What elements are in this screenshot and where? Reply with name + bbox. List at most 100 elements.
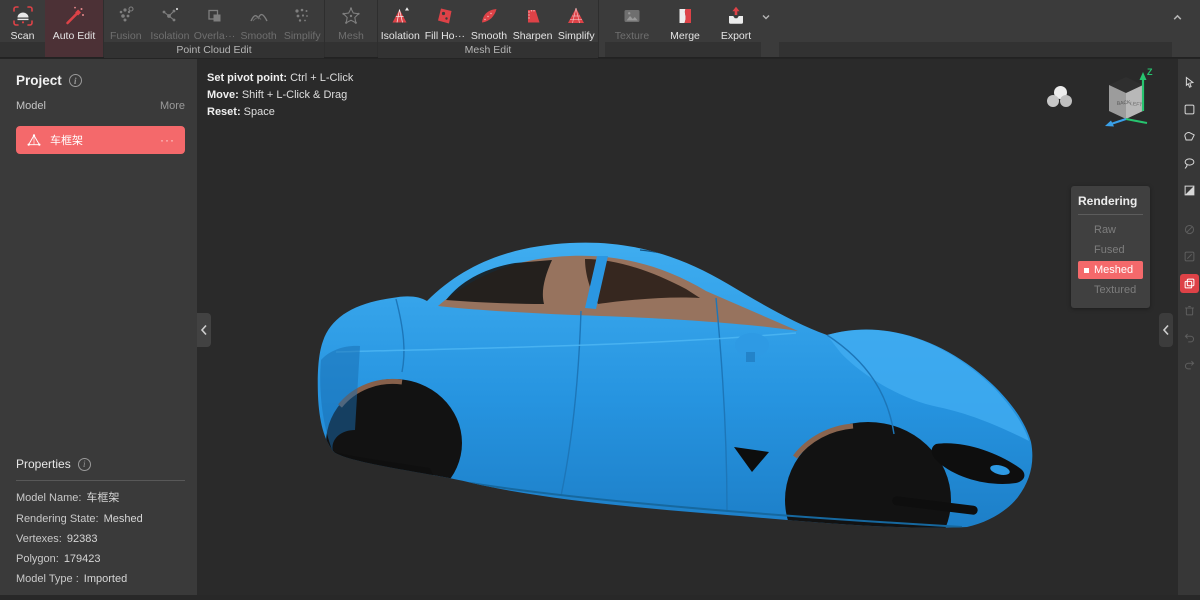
simplify-dots-icon [290,4,314,28]
invert-selection-icon [1182,183,1197,198]
lasso-select-button[interactable] [1180,154,1199,173]
duplicate-icon [1182,276,1197,291]
rectangle-select-button[interactable] [1180,100,1199,119]
smooth-mountain-icon [247,4,271,28]
rendering-option-meshed[interactable]: Meshed [1078,261,1143,279]
view-cube-gizmo[interactable]: BACK LEFT Z [1097,67,1155,129]
merge-split-icon [673,4,697,28]
viewport-3d[interactable]: Set pivot point: Ctrl + L-Click Move: Sh… [197,59,1177,595]
invert-selection-button[interactable] [1180,181,1199,200]
pen-edit-icon [1182,249,1197,264]
mesh-simplify-button[interactable]: Simplify [554,0,598,42]
texture-button[interactable]: Texture [605,0,659,57]
hint-value: Ctrl + L-Click [287,72,353,84]
mesh-label: Mesh [338,30,364,42]
polygon-select-button[interactable] [1180,127,1199,146]
rendering-panel-title: Rendering [1078,194,1143,215]
cube-face-left-label: LEFT [1130,101,1143,108]
auto-edit-button[interactable]: Auto Edit [45,0,103,57]
fill-holes-button[interactable]: Fill Ho··· [423,0,468,42]
duplicate-button[interactable] [1180,274,1199,293]
model-item-name: 车框架 [50,132,160,148]
sharpen-square-icon [521,4,545,28]
export-label: Export [721,30,751,42]
pc-simplify-button[interactable]: Simplify [280,0,324,42]
hint-value: Shift + L-Click & Drag [239,89,348,101]
mesh-button[interactable]: Mesh [325,0,377,57]
property-row: Vertexes:92383 [16,533,185,545]
pen-edit-button[interactable] [1180,247,1199,266]
rendering-option-textured[interactable]: Textured [1078,281,1143,299]
mesh-edit-group-label: Mesh Edit [378,42,598,58]
prop-label: Model Type : [16,573,79,585]
mesh-star-icon [339,4,363,28]
rendering-option-raw[interactable]: Raw [1078,221,1143,239]
property-row: Polygon:179423 [16,553,185,565]
rendering-option-fused[interactable]: Fused [1078,241,1143,259]
bottom-border-strip [0,595,1200,600]
option-label: Meshed [1094,264,1133,276]
model-item-menu[interactable]: ··· [160,133,175,147]
chevron-left-icon [200,324,208,336]
scan-dome-icon [11,4,35,28]
mesh-smooth-button[interactable]: Smooth [467,0,511,42]
texture-label: Texture [615,30,649,42]
mesh-isolation-label: Isolation [381,30,420,42]
export-options-chevron[interactable] [761,0,779,57]
project-info-icon[interactable]: i [69,74,82,87]
mesh-smooth-label: Smooth [471,30,507,42]
option-label: Raw [1094,224,1116,236]
ribbon-empty-space [779,0,1172,57]
scan-button[interactable]: Scan [0,0,45,57]
pc-isolation-label: Isolation [150,30,189,42]
property-row: Model Name:车框架 [16,489,185,505]
export-button[interactable]: Export [711,0,761,57]
hint-key: Set pivot point: [207,72,287,84]
fill-holes-label: Fill Ho··· [425,30,465,42]
mesh-triangle-icon [26,132,42,148]
isolation-scatter-icon [158,4,182,28]
prop-label: Polygon: [16,553,59,565]
project-title-row: Project i [16,73,185,88]
properties-info-icon[interactable]: i [78,458,91,471]
deselect-button[interactable] [1180,220,1199,239]
mesh-isolation-button[interactable]: Isolation [378,0,423,42]
point-cloud-edit-group: Fusion Isolation [103,0,325,57]
chevron-up-icon [1172,12,1183,23]
redo-button[interactable] [1180,355,1199,374]
pc-simplify-label: Simplify [284,30,321,42]
option-label: Textured [1094,284,1136,296]
cursor-select-button[interactable] [1180,73,1199,92]
cube-axis-z-label: Z [1147,67,1153,77]
sharpen-button[interactable]: Sharpen [511,0,555,42]
ribbon-toolbar: Scan Auto Edit [0,0,1200,58]
hint-key: Reset: [207,106,241,118]
delete-button[interactable] [1180,301,1199,320]
isolation-triangle-icon [388,4,412,28]
delete-icon [1182,303,1197,318]
properties-title: Properties [16,457,71,471]
collapse-left-panel-button[interactable] [197,313,211,347]
expand-right-panel-button[interactable] [1159,313,1173,347]
car-3d-model [197,59,1177,595]
viewport-hints: Set pivot point: Ctrl + L-Click Move: Sh… [207,70,353,121]
properties-panel: Properties i Model Name:车框架 Rendering St… [16,457,185,585]
point-cloud-sphere-icon[interactable] [1047,86,1073,110]
fusion-button[interactable]: Fusion [104,0,148,42]
merge-label: Merge [670,30,700,42]
prop-value: 92383 [67,533,98,545]
undo-button[interactable] [1180,328,1199,347]
pc-smooth-button[interactable]: Smooth [237,0,281,42]
merge-button[interactable]: Merge [659,0,711,57]
chevron-down-icon [761,12,771,22]
smooth-wedge-icon [477,4,501,28]
overlap-button[interactable]: Overla··· [192,0,237,42]
cursor-select-icon [1182,75,1197,90]
pc-isolation-button[interactable]: Isolation [148,0,193,42]
texture-image-icon [620,4,644,28]
model-list-item[interactable]: 车框架 ··· [16,126,185,154]
prop-label: Rendering State: [16,513,99,525]
more-button[interactable]: More [160,100,185,112]
collapse-ribbon-button[interactable] [1172,0,1200,57]
magic-wand-icon [62,4,86,28]
